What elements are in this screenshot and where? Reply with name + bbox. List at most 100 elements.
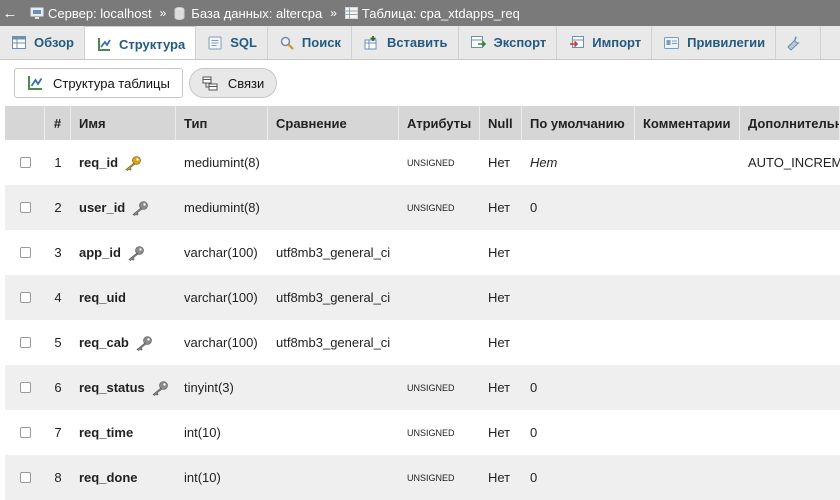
breadcrumb-table[interactable]: Таблица: cpa_xtdapps_req <box>344 6 520 21</box>
table-icon <box>344 7 358 19</box>
index-key-icon <box>151 380 169 396</box>
row-collation: utf8mb3_general_ci <box>276 335 391 350</box>
row-num: 1 <box>54 155 62 170</box>
tab-privileges[interactable]: Привилегии <box>652 26 777 59</box>
row-name-cell: req_done <box>71 455 176 500</box>
tab-operations[interactable] <box>776 26 822 59</box>
header-extra[interactable]: Дополнительно <box>740 106 840 140</box>
header-default[interactable]: По умолчанию <box>522 106 635 140</box>
row-name-cell: req_uid <box>71 275 176 320</box>
row-collation <box>268 140 399 185</box>
table-row[interactable]: 4 req_uid varchar(100) utf8mb3_general_ci Не… <box>5 275 840 320</box>
tab-insert-label: Вставить <box>386 35 448 50</box>
tab-structure[interactable]: Структура <box>85 26 197 59</box>
index-key-icon <box>131 200 149 216</box>
relations-icon <box>202 76 218 90</box>
breadcrumb-server[interactable]: Сервер: localhost <box>30 6 152 21</box>
breadcrumb: ← Сервер: localhost » База данных: alter… <box>0 0 840 26</box>
row-name-cell: app_id <box>71 230 176 275</box>
row-comments <box>635 275 740 320</box>
row-checkbox[interactable] <box>19 382 31 393</box>
row-checkbox-cell <box>5 320 45 365</box>
row-num: 6 <box>54 380 62 395</box>
row-name: req_time <box>79 425 134 440</box>
header-null[interactable]: Null <box>480 106 522 140</box>
header-attributes[interactable]: Атрибуты <box>399 106 480 140</box>
row-default: 0 <box>530 470 538 485</box>
table-row[interactable]: 2 user_id mediumint(8) UNSIGNED Нет 0 <box>5 185 840 230</box>
tab-export-label: Экспорт <box>493 35 547 50</box>
header-collation[interactable]: Сравнение <box>268 106 399 140</box>
relations-button[interactable]: Связи <box>188 68 278 98</box>
row-checkbox-cell <box>5 185 45 230</box>
browse-icon <box>12 36 26 49</box>
row-default: 0 <box>530 425 538 440</box>
row-checkbox[interactable] <box>19 427 31 438</box>
row-num: 3 <box>54 245 62 260</box>
header-checkbox-col <box>5 106 45 140</box>
table-row[interactable]: 1 req_id mediumint(8) UNSIGNED Нет Нет AUTO_IN… <box>5 140 840 185</box>
row-comments <box>635 365 740 410</box>
server-icon <box>30 7 44 19</box>
tab-browse[interactable]: Обзор <box>0 26 85 59</box>
row-checkbox-cell <box>5 275 45 320</box>
database-icon <box>174 6 185 20</box>
header-name[interactable]: Имя <box>71 106 176 140</box>
row-num: 2 <box>54 200 62 215</box>
row-checkbox-cell <box>5 365 45 410</box>
row-default <box>522 275 635 320</box>
sql-icon <box>208 36 222 49</box>
table-row[interactable]: 6 req_status tinyint(3) UNSIGNED Нет 0 <box>5 365 840 410</box>
breadcrumb-server-label: Сервер: localhost <box>48 5 152 21</box>
row-attributes: UNSIGNED <box>407 427 455 438</box>
tab-import[interactable]: Импорт <box>557 26 653 59</box>
header-type[interactable]: Тип <box>176 106 268 140</box>
table-row[interactable]: 8 req_done int(10) UNSIGNED Нет 0 <box>5 455 840 500</box>
export-icon <box>470 36 486 48</box>
row-default: Нет <box>530 155 558 170</box>
row-collation: utf8mb3_general_ci <box>276 290 391 305</box>
row-name: app_id <box>79 245 121 260</box>
structure-icon <box>98 38 111 51</box>
row-attributes: UNSIGNED <box>407 472 455 483</box>
tab-structure-label: Структура <box>119 36 186 52</box>
row-attributes: UNSIGNED <box>407 382 455 393</box>
structure-table: # Имя Тип Сравнение Атрибуты Null По умо… <box>5 106 840 500</box>
row-name: req_status <box>79 380 145 395</box>
back-arrow-icon[interactable]: ← <box>0 0 20 26</box>
row-name-cell: req_id <box>71 140 176 185</box>
row-collation: utf8mb3_general_ci <box>276 245 391 260</box>
row-extra <box>740 230 840 275</box>
row-comments <box>635 230 740 275</box>
tab-sql[interactable]: SQL <box>196 26 268 59</box>
table-row[interactable]: 7 req_time int(10) UNSIGNED Нет 0 <box>5 410 840 455</box>
row-null: Нет <box>488 425 511 440</box>
row-checkbox[interactable] <box>19 202 31 213</box>
sub-tabs: Структура таблицы Связи <box>14 68 283 98</box>
main-tabs: Обзор Структура SQL Поиск Вставить Экспо… <box>0 26 840 60</box>
row-name: req_uid <box>79 290 126 305</box>
table-row[interactable]: 5 req_cab varchar(100) utf8mb3_general_ci Не… <box>5 320 840 365</box>
row-comments <box>635 140 740 185</box>
row-type: mediumint(8) <box>184 200 260 215</box>
breadcrumb-database-label: База данных: altercpa <box>191 5 323 21</box>
header-comments[interactable]: Комментарии <box>635 106 740 140</box>
row-collation <box>268 455 399 500</box>
row-collation <box>268 185 399 230</box>
tab-insert[interactable]: Вставить <box>352 26 459 59</box>
row-name-cell: user_id <box>71 185 176 230</box>
row-extra <box>740 275 840 320</box>
row-checkbox[interactable] <box>19 472 31 483</box>
row-checkbox[interactable] <box>19 337 31 348</box>
row-comments <box>635 185 740 230</box>
row-attributes: UNSIGNED <box>407 202 455 213</box>
row-num: 7 <box>54 425 62 440</box>
table-row[interactable]: 3 app_id varchar(100) utf8mb3_general_ci Нет <box>5 230 840 275</box>
tab-search[interactable]: Поиск <box>268 26 352 59</box>
row-checkbox[interactable] <box>19 247 31 258</box>
table-structure-button[interactable]: Структура таблицы <box>14 68 183 98</box>
breadcrumb-database[interactable]: База данных: altercpa <box>174 6 322 21</box>
row-checkbox[interactable] <box>19 157 31 168</box>
tab-export[interactable]: Экспорт <box>459 26 558 59</box>
row-checkbox[interactable] <box>19 292 31 303</box>
